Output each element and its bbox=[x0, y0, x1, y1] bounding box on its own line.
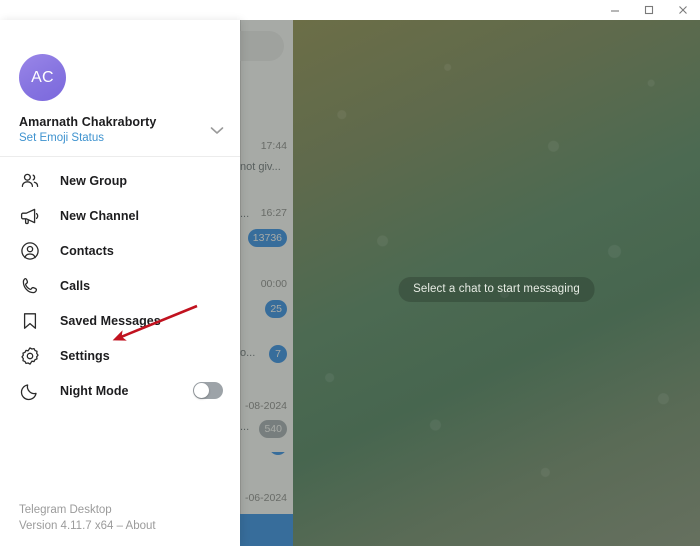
menu-item-settings[interactable]: Settings bbox=[0, 338, 240, 373]
chat-list-item[interactable]: Mon o... 7 bbox=[240, 338, 293, 400]
unread-badge: 3 bbox=[269, 452, 287, 455]
chat-timestamp: 16:27 bbox=[260, 207, 287, 219]
set-emoji-status-link[interactable]: Set Emoji Status bbox=[19, 132, 104, 144]
chat-pane: Select a chat to start messaging bbox=[293, 20, 700, 546]
telegram-desktop-window: Select a chat to start messaging 17:44 n… bbox=[0, 0, 700, 546]
drawer-footer: Telegram Desktop Version 4.11.7 x64 – Ab… bbox=[19, 504, 156, 532]
group-icon bbox=[19, 170, 41, 192]
maximize-icon[interactable] bbox=[632, 0, 666, 20]
menu-list: New Group New Channel Contacts Calls Sav… bbox=[0, 163, 240, 408]
chat-list-item[interactable]: -08-2024 ... 540 bbox=[240, 392, 293, 454]
toggle-knob bbox=[194, 383, 209, 398]
chat-timestamp: 17:44 bbox=[260, 140, 287, 152]
menu-item-label: Settings bbox=[60, 348, 110, 363]
menu-item-label: Calls bbox=[60, 278, 91, 293]
avatar[interactable]: AC bbox=[19, 54, 66, 101]
profile-section[interactable]: AC Amarnath Chakraborty Set Emoji Status bbox=[0, 20, 240, 157]
main-menu-drawer: AC Amarnath Chakraborty Set Emoji Status bbox=[0, 20, 240, 546]
chat-timestamp: -08-2024 bbox=[244, 400, 287, 412]
megaphone-icon bbox=[19, 205, 41, 227]
menu-item-label: Night Mode bbox=[60, 383, 129, 398]
chevron-down-icon[interactable] bbox=[208, 123, 226, 135]
app-name-label: Telegram Desktop bbox=[19, 504, 112, 516]
chat-preview: o... bbox=[240, 347, 256, 359]
unread-badge: 540 bbox=[259, 420, 287, 438]
menu-item-saved-messages[interactable]: Saved Messages bbox=[0, 303, 240, 338]
chat-list[interactable]: 17:44 not giv... ... 16:27 13736 00:00 2… bbox=[240, 20, 293, 546]
bookmark-icon bbox=[19, 310, 41, 332]
app-version-label[interactable]: Version 4.11.7 x64 – About bbox=[19, 520, 156, 532]
menu-item-new-channel[interactable]: New Channel bbox=[0, 198, 240, 233]
menu-item-night-mode[interactable]: Night Mode bbox=[0, 373, 240, 408]
person-circle-icon bbox=[19, 240, 41, 262]
chat-preview: ... bbox=[240, 208, 250, 220]
title-bar bbox=[0, 0, 700, 20]
chat-list-item[interactable]: 00:00 25 bbox=[240, 268, 293, 330]
phone-icon bbox=[19, 275, 41, 297]
menu-item-new-group[interactable]: New Group bbox=[0, 163, 240, 198]
empty-chat-message: Select a chat to start messaging bbox=[398, 277, 595, 302]
menu-item-label: Contacts bbox=[60, 243, 114, 258]
chat-list-item[interactable]: ... 16:27 13736 bbox=[240, 198, 293, 260]
profile-name: Amarnath Chakraborty bbox=[19, 115, 157, 129]
gear-icon bbox=[19, 345, 41, 367]
unread-badge: 25 bbox=[265, 300, 287, 318]
chat-timestamp: -06-2024 bbox=[244, 492, 287, 504]
unread-badge: 13736 bbox=[247, 229, 287, 247]
minimize-icon[interactable] bbox=[598, 0, 632, 20]
divider bbox=[0, 156, 240, 157]
chat-preview: ... bbox=[240, 421, 250, 433]
menu-item-label: Saved Messages bbox=[60, 313, 161, 328]
chat-preview: not giv... bbox=[240, 161, 281, 173]
chat-list-item[interactable]: 17:44 not giv... bbox=[240, 128, 293, 190]
unread-badge: 7 bbox=[269, 345, 287, 363]
search-input[interactable] bbox=[240, 31, 284, 61]
menu-item-label: New Channel bbox=[60, 208, 140, 223]
chat-list-item-selected[interactable] bbox=[240, 514, 293, 546]
menu-item-contacts[interactable]: Contacts bbox=[0, 233, 240, 268]
night-mode-toggle[interactable] bbox=[193, 382, 223, 399]
close-icon[interactable] bbox=[666, 0, 700, 20]
menu-item-calls[interactable]: Calls bbox=[0, 268, 240, 303]
chat-timestamp: 00:00 bbox=[260, 278, 287, 290]
menu-item-label: New Group bbox=[60, 173, 128, 188]
moon-icon bbox=[19, 380, 41, 402]
